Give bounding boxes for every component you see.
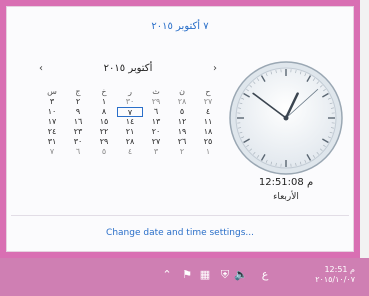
- calendar-day[interactable]: ٢٢: [91, 127, 117, 137]
- action-center-flag-icon[interactable]: ⚑: [180, 268, 194, 282]
- date-time-popup: ٧ أكتوبر ٢٠١٥ ‹ أكتوبر ٢٠١٥ › ح ن ث ر خ ج س ٢٧ ٢…: [0, 0, 360, 258]
- weekday-header: ر: [128, 87, 132, 96]
- calendar-day[interactable]: ٣٠: [117, 97, 143, 107]
- weekday-header: ن: [179, 87, 185, 96]
- calendar-day[interactable]: ٢٧: [195, 97, 221, 107]
- calendar-nav: ‹ أكتوبر ٢٠١٥ ›: [35, 63, 221, 77]
- digital-time: م 12:51:08: [258, 177, 314, 188]
- calendar-day[interactable]: ٢: [169, 147, 195, 157]
- month-year-label[interactable]: أكتوبر ٢٠١٥: [65, 63, 191, 74]
- calendar-day[interactable]: ١: [195, 147, 221, 157]
- calendar-day[interactable]: ٣: [39, 97, 65, 107]
- calendar-day[interactable]: ١٩: [169, 127, 195, 137]
- calendar-day[interactable]: ٢٣: [65, 127, 91, 137]
- calendar-day[interactable]: ٣: [143, 147, 169, 157]
- calendar-day[interactable]: ٢: [65, 97, 91, 107]
- calendar-day[interactable]: ٢٤: [39, 127, 65, 137]
- calendar-day[interactable]: ١٦: [65, 117, 91, 127]
- calendar-day[interactable]: ١: [91, 97, 117, 107]
- tray-time: 12:51 م: [324, 265, 355, 274]
- calendar-day[interactable]: ١٥: [91, 117, 117, 127]
- calendar-day[interactable]: ٢٨: [169, 97, 195, 107]
- analog-clock: [229, 61, 343, 175]
- calendar-day[interactable]: ٢٩: [143, 97, 169, 107]
- calendar-day[interactable]: ٥: [91, 147, 117, 157]
- weekday-header: خ: [101, 87, 107, 96]
- calendar-day[interactable]: ١٣: [143, 117, 169, 127]
- calendar-day-today[interactable]: ٧: [117, 107, 143, 117]
- next-month-button[interactable]: ›: [209, 63, 221, 74]
- calendar-day[interactable]: ١٠: [39, 107, 65, 117]
- weekday-header: ج: [75, 87, 81, 96]
- calendar-day[interactable]: ٥: [169, 107, 195, 117]
- calendar-day[interactable]: ٦: [143, 107, 169, 117]
- calendar-day[interactable]: ١٧: [39, 117, 65, 127]
- calendar-day[interactable]: ٢٧: [143, 137, 169, 147]
- weekday-header: س: [47, 87, 57, 96]
- calendar-day[interactable]: ٢٠: [143, 127, 169, 137]
- calendar-day[interactable]: ٨: [91, 107, 117, 117]
- calendar-day[interactable]: ٢٩: [91, 137, 117, 147]
- calendar-day[interactable]: ١١: [195, 117, 221, 127]
- calendar-grid: ح ن ث ر خ ج س ٢٧ ٢٨ ٢٩ ٣٠ ١ ٢ ٣ ٤ ٥ ٦ ٧ ٨ ٩ ١٠ ١١ ١٢ ١٣ ١٤ ١٥ ١٦ ١٧…: [37, 87, 221, 157]
- calendar-day[interactable]: ١٨: [195, 127, 221, 137]
- calendar-day[interactable]: ٢٨: [117, 137, 143, 147]
- volume-icon[interactable]: 🔈: [234, 268, 248, 282]
- calendar-day[interactable]: ٢٥: [195, 137, 221, 147]
- calendar-day[interactable]: ٤: [195, 107, 221, 117]
- calendar-day[interactable]: ٤: [117, 147, 143, 157]
- popup-body: ٧ أكتوبر ٢٠١٥ ‹ أكتوبر ٢٠١٥ › ح ن ث ر خ ج س ٢٧ ٢…: [6, 6, 354, 252]
- security-shield-icon[interactable]: ⛨: [218, 268, 232, 282]
- clock-center: [283, 115, 289, 121]
- network-icon[interactable]: ▦: [198, 268, 212, 282]
- calendar-day[interactable]: ٣٠: [65, 137, 91, 147]
- calendar-day[interactable]: ٧: [39, 147, 65, 157]
- show-hidden-icons-icon[interactable]: ⌃: [160, 268, 174, 282]
- calendar-day[interactable]: ٩: [65, 107, 91, 117]
- input-language-indicator[interactable]: ع: [258, 268, 272, 282]
- calendar-day[interactable]: ١٤: [117, 117, 143, 127]
- calendar-day[interactable]: ٦: [65, 147, 91, 157]
- calendar-day[interactable]: ٢٦: [169, 137, 195, 147]
- weekday-label: الأربعاء: [273, 192, 299, 202]
- tray-clock[interactable]: 12:51 م ٢٠١٥/١٠/٠٧: [305, 265, 355, 285]
- calendar-day[interactable]: ١٢: [169, 117, 195, 127]
- previous-month-button[interactable]: ‹: [35, 63, 47, 74]
- long-date-header[interactable]: ٧ أكتوبر ٢٠١٥: [7, 21, 353, 32]
- weekday-header: ح: [205, 87, 211, 96]
- calendar-day[interactable]: ٣١: [39, 137, 65, 147]
- tray-date: ٢٠١٥/١٠/٠٧: [315, 275, 355, 284]
- change-date-time-settings-link[interactable]: Change date and time settings...: [7, 228, 353, 238]
- weekday-header: ث: [152, 87, 160, 96]
- divider: [11, 215, 349, 216]
- calendar-day[interactable]: ٢١: [117, 127, 143, 137]
